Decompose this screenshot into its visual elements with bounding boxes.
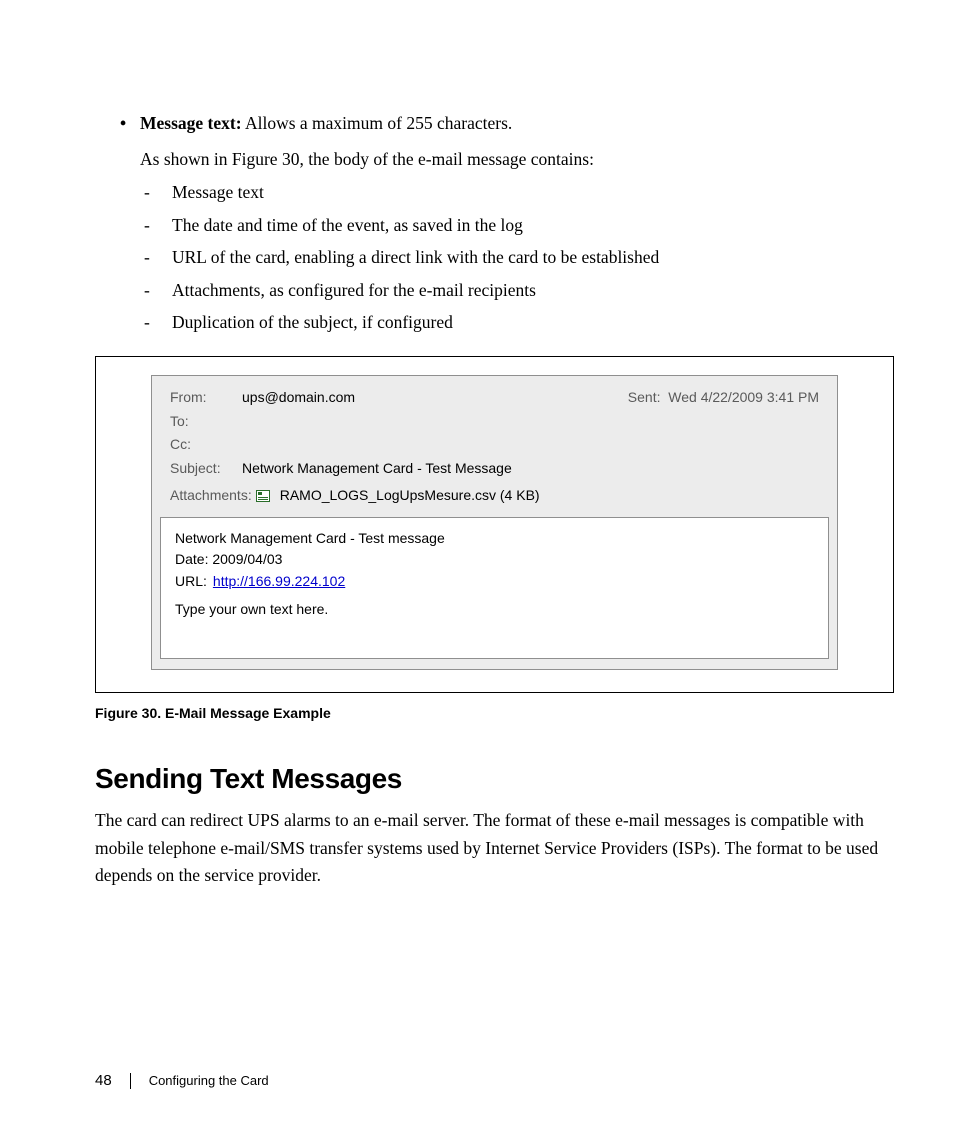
email-body-url-link[interactable]: http://166.99.224.102 [213, 571, 345, 593]
email-body-text: Type your own text here. [175, 599, 814, 621]
footer-section: Configuring the Card [149, 1073, 269, 1088]
email-preview: From: ups@domain.com Sent: Wed 4/22/2009… [151, 375, 838, 670]
intro-text: As shown in Figure 30, the body of the e… [140, 143, 894, 176]
sent-value: Sent: Wed 4/22/2009 3:41 PM [628, 388, 819, 408]
cc-label: Cc: [170, 435, 242, 455]
attachment-filename: RAMO_LOGS_LogUpsMesure.csv (4 KB) [280, 487, 540, 503]
bullet-item: • Message text: Allows a maximum of 255 … [120, 110, 894, 137]
email-body: Network Management Card - Test message D… [160, 517, 829, 660]
body-paragraph: The card can redirect UPS alarms to an e… [95, 807, 894, 888]
subject-label: Subject: [170, 459, 242, 479]
dash-marker: - [140, 209, 172, 241]
page-footer: 48 Configuring the Card [95, 1072, 269, 1089]
dash-list: -Message text -The date and time of the … [140, 176, 894, 338]
dash-item: The date and time of the event, as saved… [172, 209, 523, 241]
bullet-rest-text: Allows a maximum of 255 characters. [242, 113, 513, 133]
subject-value: Network Management Card - Test Message [242, 459, 819, 479]
footer-divider [130, 1073, 131, 1089]
attachments-label: Attachments: [170, 487, 252, 503]
section-heading: Sending Text Messages [95, 763, 894, 795]
from-value: ups@domain.com [242, 388, 628, 408]
figure-frame: From: ups@domain.com Sent: Wed 4/22/2009… [95, 356, 894, 693]
email-body-title: Network Management Card - Test message [175, 528, 814, 550]
dash-item: Message text [172, 176, 264, 208]
from-label: From: [170, 388, 242, 408]
dash-item: Attachments, as configured for the e-mai… [172, 274, 536, 306]
bullet-lead-text: Message text: [140, 113, 242, 133]
page-number: 48 [95, 1072, 112, 1089]
attachment-file-icon [256, 489, 270, 501]
bullet-marker: • [120, 110, 140, 137]
attachments-row: Attachments: RAMO_LOGS_LogUpsMesure.csv … [170, 485, 819, 503]
to-label: To: [170, 412, 242, 432]
dash-marker: - [140, 241, 172, 273]
to-value [242, 412, 819, 432]
email-body-url-label: URL: [175, 571, 207, 593]
email-header: From: ups@domain.com Sent: Wed 4/22/2009… [152, 376, 837, 510]
dash-marker: - [140, 274, 172, 306]
figure-caption: Figure 30. E-Mail Message Example [95, 705, 894, 721]
dash-item: Duplication of the subject, if configure… [172, 306, 453, 338]
cc-value [242, 435, 819, 455]
dash-marker: - [140, 176, 172, 208]
dash-marker: - [140, 306, 172, 338]
email-body-date: Date: 2009/04/03 [175, 549, 814, 571]
dash-item: URL of the card, enabling a direct link … [172, 241, 659, 273]
